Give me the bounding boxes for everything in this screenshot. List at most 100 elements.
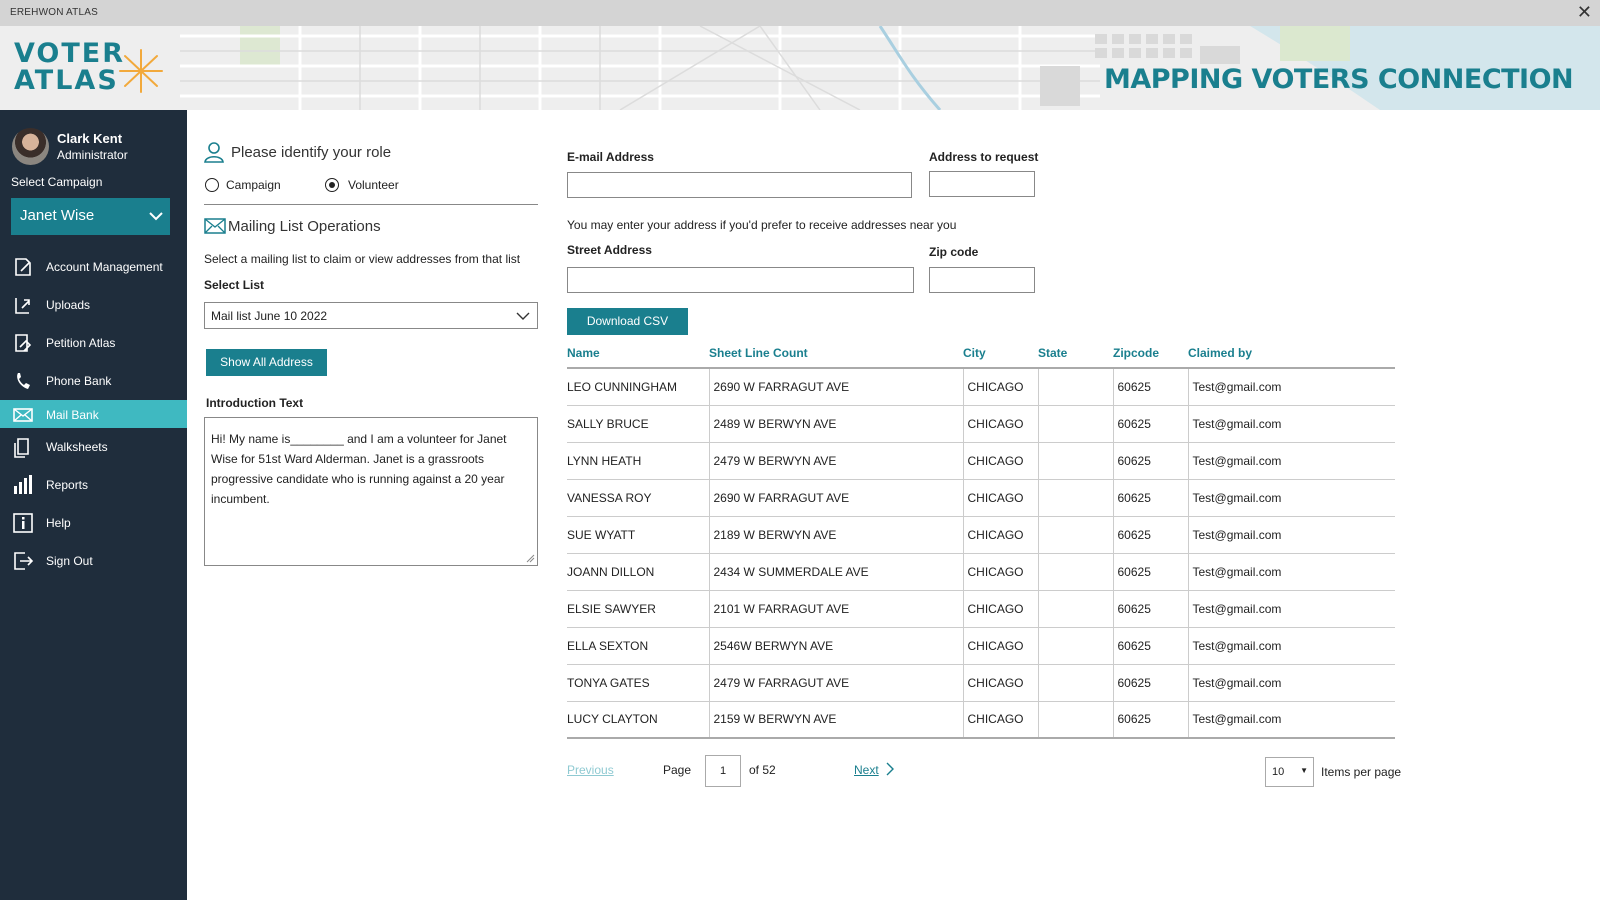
state-cell [1037, 701, 1113, 739]
zipcode-cell: 60625 [1112, 664, 1188, 702]
table-row[interactable]: LYNN HEATH 2479 W BERWYN AVE CHICAGO 60625 T… [567, 442, 1395, 480]
app-title: EREHWON ATLAS [10, 7, 98, 18]
column-header-zipcode[interactable]: Zipcode [1113, 346, 1188, 369]
zipcode-cell: 60625 [1112, 479, 1188, 517]
user-role: Administrator [57, 148, 128, 162]
campaign-select[interactable]: Janet Wise [11, 198, 170, 235]
select-list-label: Select List [204, 278, 265, 292]
column-header-claimed-by[interactable]: Claimed by [1188, 346, 1395, 369]
table-row[interactable]: SUE WYATT 2189 W BERWYN AVE CHICAGO 60625 Te… [567, 516, 1395, 554]
sidebar-item-reports[interactable]: Reports [0, 466, 187, 504]
column-header-sheet-line-count[interactable]: Sheet Line Count [709, 346, 963, 369]
name-cell: LYNN HEATH [567, 442, 709, 480]
chevron-down-icon [149, 212, 163, 221]
next-page-link[interactable]: Next [854, 763, 879, 777]
user-name: Clark Kent [57, 131, 123, 146]
sidebar-item-phone-bank[interactable]: Phone Bank [0, 362, 187, 400]
sheet-line-count-cell: 2189 W BERWYN AVE [708, 516, 963, 554]
zipcode-cell: 60625 [1112, 516, 1188, 554]
table-row[interactable]: LUCY CLAYTON 2159 W BERWYN AVE CHICAGO 6062… [567, 701, 1395, 739]
claimed-by-cell: Test@gmail.com [1187, 479, 1395, 517]
mail-icon [13, 408, 33, 422]
header-banner: VOTER ATLAS MAPPING VOTERS CONNECTION [0, 26, 1600, 110]
intro-text-area[interactable]: Hi! My name is________ and I am a volunt… [204, 417, 538, 566]
sidebar-item-petition-atlas[interactable]: Petition Atlas [0, 324, 187, 362]
zipcode-cell: 60625 [1112, 701, 1188, 739]
state-cell [1037, 627, 1113, 665]
zipcode-cell: 60625 [1112, 405, 1188, 443]
sheet-line-count-cell: 2546W BERWYN AVE [708, 627, 963, 665]
table-row[interactable]: TONYA GATES 2479 W FARRAGUT AVE CHICAGO 606… [567, 664, 1395, 702]
role-radio-campaign[interactable] [205, 178, 219, 192]
edit-document-icon [15, 258, 31, 276]
sidebar-item-walksheets[interactable]: Walksheets [0, 428, 187, 466]
state-cell [1037, 664, 1113, 702]
table-row[interactable]: LEO CUNNINGHAM 2690 W FARRAGUT AVE CHICAGO… [567, 368, 1395, 406]
name-cell: SUE WYATT [567, 516, 709, 554]
claimed-by-cell: Test@gmail.com [1187, 627, 1395, 665]
name-cell: JOANN DILLON [567, 553, 709, 591]
resize-grip-icon[interactable] [526, 554, 535, 563]
table-row[interactable]: VANESSA ROY 2690 W FARRAGUT AVE CHICAGO 606… [567, 479, 1395, 517]
table-row[interactable]: ELSIE SAWYER 2101 W FARRAGUT AVE CHICAGO 60… [567, 590, 1395, 628]
zipcode-cell: 60625 [1112, 368, 1188, 406]
items-per-page-select[interactable]: 10 ▼ [1265, 757, 1314, 787]
table-row[interactable]: JOANN DILLON 2434 W SUMMERDALE AVE CHICAGO… [567, 553, 1395, 591]
column-header-state[interactable]: State [1038, 346, 1113, 369]
zip-code-field[interactable] [929, 267, 1035, 293]
page-number-input[interactable]: 1 [705, 755, 741, 787]
dropdown-arrow-icon: ▼ [1300, 766, 1308, 775]
sheet-line-count-cell: 2159 W BERWYN AVE [708, 701, 963, 739]
address-hint: You may enter your address if you'd pref… [567, 218, 957, 232]
city-cell: CHICAGO [962, 442, 1038, 480]
claimed-by-cell: Test@gmail.com [1187, 701, 1395, 739]
claimed-by-cell: Test@gmail.com [1187, 405, 1395, 443]
sheet-line-count-cell: 2690 W FARRAGUT AVE [708, 368, 963, 406]
page-count: of 52 [749, 763, 776, 777]
state-cell [1037, 479, 1113, 517]
role-radio-volunteer[interactable] [325, 178, 339, 192]
sidebar-item-account-management[interactable]: Account Management [0, 248, 187, 286]
sidebar-item-uploads[interactable]: Uploads [0, 286, 187, 324]
items-per-page-value: 10 [1272, 766, 1285, 778]
sheet-line-count-cell: 2479 W FARRAGUT AVE [708, 664, 963, 702]
title-bar: EREHWON ATLAS ✕ [0, 0, 1600, 26]
phone-icon [17, 373, 30, 389]
banner-headline: MAPPING VOTERS CONNECTION [1104, 64, 1574, 95]
city-cell: CHICAGO [962, 553, 1038, 591]
state-cell [1037, 368, 1113, 406]
sidebar-item-mail-bank[interactable]: Mail Bank [0, 400, 187, 428]
address-to-request-label: Address to request [929, 150, 1039, 164]
email-field[interactable] [567, 172, 912, 198]
sidebar-nav: Account Management Uploads Petition Atla… [0, 248, 187, 580]
zipcode-cell: 60625 [1112, 553, 1188, 591]
column-header-city[interactable]: City [963, 346, 1038, 369]
sheet-line-count-cell: 2434 W SUMMERDALE AVE [708, 553, 963, 591]
claimed-by-cell: Test@gmail.com [1187, 553, 1395, 591]
chevron-right-icon[interactable] [885, 761, 895, 777]
show-all-address-button[interactable]: Show All Address [206, 349, 327, 376]
city-cell: CHICAGO [962, 590, 1038, 628]
email-label: E-mail Address [567, 150, 654, 164]
state-cell [1037, 590, 1113, 628]
items-per-page-label: Items per page [1321, 765, 1402, 779]
sidebar-item-sign-out[interactable]: Sign Out [0, 542, 187, 580]
mailing-list-select[interactable]: Mail list June 10 2022 [204, 302, 538, 329]
download-csv-button[interactable]: Download CSV [567, 308, 688, 335]
name-cell: ELLA SEXTON [567, 627, 709, 665]
table-row[interactable]: SALLY BRUCE 2489 W BERWYN AVE CHICAGO 60625… [567, 405, 1395, 443]
intro-text-content: Hi! My name is________ and I am a volunt… [211, 432, 507, 506]
previous-page-link[interactable]: Previous [567, 763, 614, 777]
page-label: Page [663, 763, 692, 777]
sheet-line-count-cell: 2690 W FARRAGUT AVE [708, 479, 963, 517]
street-address-field[interactable] [567, 267, 914, 293]
zipcode-cell: 60625 [1112, 627, 1188, 665]
address-to-request-field[interactable] [929, 171, 1035, 197]
table-header-row: Name Sheet Line Count City State Zipcode… [567, 346, 1395, 369]
column-header-name[interactable]: Name [567, 346, 709, 369]
table-row[interactable]: ELLA SEXTON 2546W BERWYN AVE CHICAGO 60625 T… [567, 627, 1395, 665]
sidebar-item-help[interactable]: Help [0, 504, 187, 542]
avatar [12, 128, 49, 165]
close-icon[interactable]: ✕ [1577, 2, 1592, 22]
sidebar: Clark Kent Administrator Select Campaign… [0, 110, 187, 900]
